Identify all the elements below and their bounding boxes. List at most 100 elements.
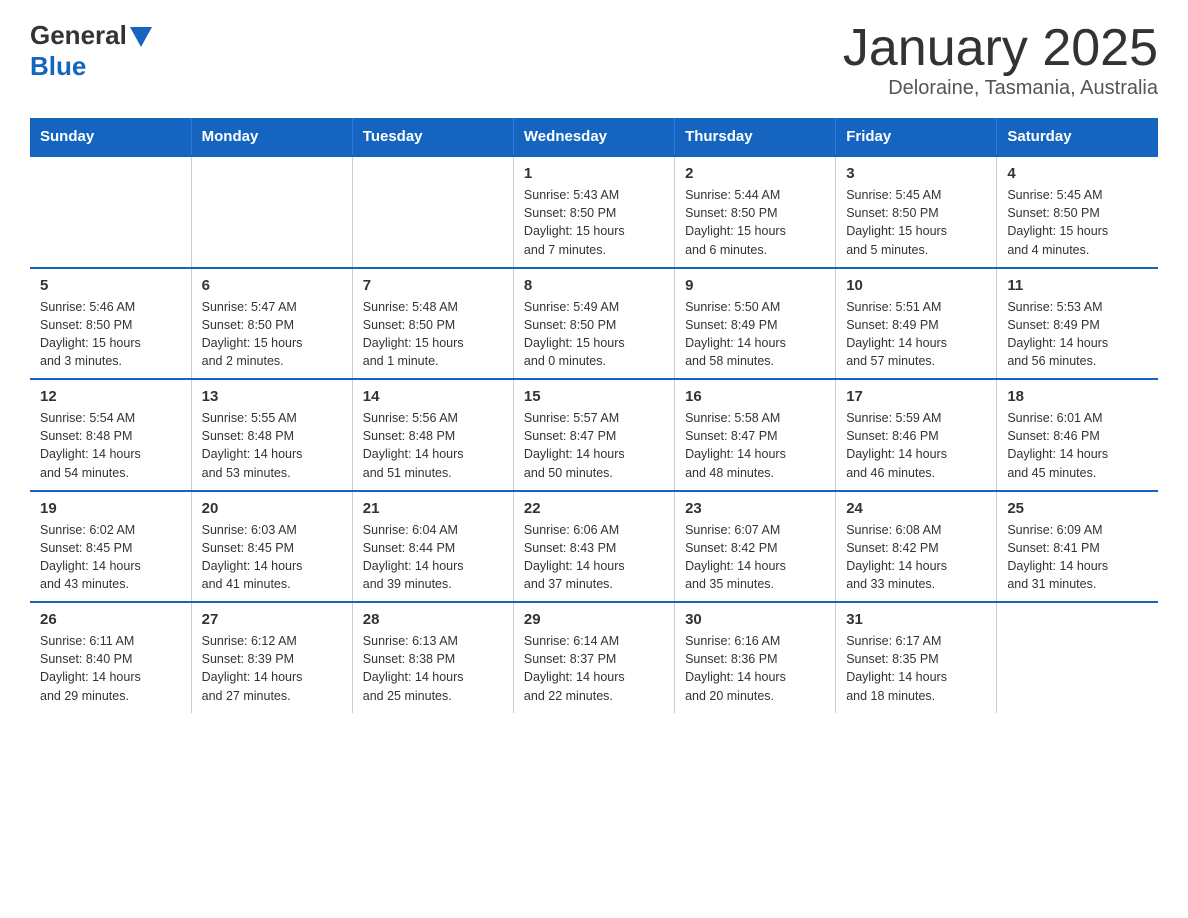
- day-info: Sunrise: 6:04 AMSunset: 8:44 PMDaylight:…: [363, 521, 503, 594]
- calendar-cell: 25 Sunrise: 6:09 AMSunset: 8:41 PMDayligh…: [997, 491, 1158, 603]
- day-number: 31: [846, 611, 986, 628]
- day-info: Sunrise: 6:08 AMSunset: 8:42 PMDaylight:…: [846, 521, 986, 594]
- day-number: 18: [1007, 388, 1148, 405]
- page-subtitle: Deloraine, Tasmania, Australia: [843, 77, 1158, 100]
- day-number: 7: [363, 277, 503, 294]
- calendar-cell: 7 Sunrise: 5:48 AMSunset: 8:50 PMDaylight…: [352, 268, 513, 380]
- day-number: 14: [363, 388, 503, 405]
- page-header: General Blue January 2025 Deloraine, Tas…: [30, 20, 1158, 100]
- day-number: 20: [202, 500, 342, 517]
- logo-general-text: General: [30, 20, 127, 51]
- day-number: 17: [846, 388, 986, 405]
- calendar-cell: 31 Sunrise: 6:17 AMSunset: 8:35 PMDayligh…: [836, 602, 997, 713]
- day-info: Sunrise: 5:58 AMSunset: 8:47 PMDaylight:…: [685, 409, 825, 482]
- calendar-header-sunday: Sunday: [30, 118, 191, 156]
- day-number: 9: [685, 277, 825, 294]
- calendar-week-row: 5 Sunrise: 5:46 AMSunset: 8:50 PMDaylight…: [30, 268, 1158, 380]
- calendar-cell: 17 Sunrise: 5:59 AMSunset: 8:46 PMDayligh…: [836, 379, 997, 491]
- calendar-cell: 22 Sunrise: 6:06 AMSunset: 8:43 PMDayligh…: [513, 491, 674, 603]
- day-number: 10: [846, 277, 986, 294]
- calendar-cell: 8 Sunrise: 5:49 AMSunset: 8:50 PMDaylight…: [513, 268, 674, 380]
- logo-blue-text: Blue: [30, 51, 86, 81]
- day-info: Sunrise: 6:02 AMSunset: 8:45 PMDaylight:…: [40, 521, 181, 594]
- day-info: Sunrise: 5:59 AMSunset: 8:46 PMDaylight:…: [846, 409, 986, 482]
- calendar-cell: 3Sunrise: 5:45 AMSunset: 8:50 PMDaylight…: [836, 156, 997, 268]
- calendar-cell: [352, 156, 513, 268]
- day-info: Sunrise: 6:11 AMSunset: 8:40 PMDaylight:…: [40, 632, 181, 705]
- day-info: Sunrise: 5:50 AMSunset: 8:49 PMDaylight:…: [685, 298, 825, 371]
- day-info: Sunrise: 6:16 AMSunset: 8:36 PMDaylight:…: [685, 632, 825, 705]
- calendar-cell: 9 Sunrise: 5:50 AMSunset: 8:49 PMDaylight…: [675, 268, 836, 380]
- day-info: Sunrise: 6:06 AMSunset: 8:43 PMDaylight:…: [524, 521, 664, 594]
- calendar-week-row: 19 Sunrise: 6:02 AMSunset: 8:45 PMDayligh…: [30, 491, 1158, 603]
- calendar-header-row: SundayMondayTuesdayWednesdayThursdayFrid…: [30, 118, 1158, 156]
- day-info: Sunrise: 6:17 AMSunset: 8:35 PMDaylight:…: [846, 632, 986, 705]
- day-info: Sunrise: 6:13 AMSunset: 8:38 PMDaylight:…: [363, 632, 503, 705]
- calendar-header-tuesday: Tuesday: [352, 118, 513, 156]
- logo-triangle-icon: [130, 27, 152, 47]
- day-number: 22: [524, 500, 664, 517]
- calendar-cell: 18 Sunrise: 6:01 AMSunset: 8:46 PMDayligh…: [997, 379, 1158, 491]
- calendar-header-monday: Monday: [191, 118, 352, 156]
- day-number: 30: [685, 611, 825, 628]
- day-number: 8: [524, 277, 664, 294]
- calendar-week-row: 26 Sunrise: 6:11 AMSunset: 8:40 PMDayligh…: [30, 602, 1158, 713]
- day-info: Sunrise: 5:44 AMSunset: 8:50 PMDaylight:…: [685, 186, 825, 259]
- day-info: Sunrise: 6:14 AMSunset: 8:37 PMDaylight:…: [524, 632, 664, 705]
- day-info: Sunrise: 5:43 AMSunset: 8:50 PMDaylight:…: [524, 186, 664, 259]
- calendar-cell: 24Sunrise: 6:08 AMSunset: 8:42 PMDayligh…: [836, 491, 997, 603]
- day-number: 6: [202, 277, 342, 294]
- calendar-cell: 2Sunrise: 5:44 AMSunset: 8:50 PMDaylight…: [675, 156, 836, 268]
- day-info: Sunrise: 5:48 AMSunset: 8:50 PMDaylight:…: [363, 298, 503, 371]
- calendar-cell: 5 Sunrise: 5:46 AMSunset: 8:50 PMDaylight…: [30, 268, 191, 380]
- calendar-cell: 23 Sunrise: 6:07 AMSunset: 8:42 PMDayligh…: [675, 491, 836, 603]
- day-info: Sunrise: 6:01 AMSunset: 8:46 PMDaylight:…: [1007, 409, 1148, 482]
- calendar-header-thursday: Thursday: [675, 118, 836, 156]
- day-info: Sunrise: 5:55 AMSunset: 8:48 PMDaylight:…: [202, 409, 342, 482]
- day-info: Sunrise: 6:12 AMSunset: 8:39 PMDaylight:…: [202, 632, 342, 705]
- calendar-cell: 27 Sunrise: 6:12 AMSunset: 8:39 PMDayligh…: [191, 602, 352, 713]
- day-number: 13: [202, 388, 342, 405]
- logo: General Blue: [30, 20, 152, 82]
- day-number: 29: [524, 611, 664, 628]
- calendar-cell: [191, 156, 352, 268]
- day-number: 3: [846, 165, 986, 182]
- day-number: 25: [1007, 500, 1148, 517]
- day-info: Sunrise: 5:51 AMSunset: 8:49 PMDaylight:…: [846, 298, 986, 371]
- day-info: Sunrise: 5:54 AMSunset: 8:48 PMDaylight:…: [40, 409, 181, 482]
- day-number: 27: [202, 611, 342, 628]
- calendar-cell: 6 Sunrise: 5:47 AMSunset: 8:50 PMDaylight…: [191, 268, 352, 380]
- calendar-cell: 12 Sunrise: 5:54 AMSunset: 8:48 PMDayligh…: [30, 379, 191, 491]
- calendar-cell: 30 Sunrise: 6:16 AMSunset: 8:36 PMDayligh…: [675, 602, 836, 713]
- calendar-cell: [30, 156, 191, 268]
- day-number: 26: [40, 611, 181, 628]
- day-number: 19: [40, 500, 181, 517]
- calendar-cell: 29 Sunrise: 6:14 AMSunset: 8:37 PMDayligh…: [513, 602, 674, 713]
- day-info: Sunrise: 5:49 AMSunset: 8:50 PMDaylight:…: [524, 298, 664, 371]
- day-info: Sunrise: 5:57 AMSunset: 8:47 PMDaylight:…: [524, 409, 664, 482]
- calendar-cell: 16Sunrise: 5:58 AMSunset: 8:47 PMDayligh…: [675, 379, 836, 491]
- calendar-week-row: 12 Sunrise: 5:54 AMSunset: 8:48 PMDayligh…: [30, 379, 1158, 491]
- day-info: Sunrise: 5:46 AMSunset: 8:50 PMDaylight:…: [40, 298, 181, 371]
- calendar-cell: [997, 602, 1158, 713]
- day-number: 11: [1007, 277, 1148, 294]
- day-info: Sunrise: 6:07 AMSunset: 8:42 PMDaylight:…: [685, 521, 825, 594]
- day-info: Sunrise: 6:09 AMSunset: 8:41 PMDaylight:…: [1007, 521, 1148, 594]
- day-info: Sunrise: 5:47 AMSunset: 8:50 PMDaylight:…: [202, 298, 342, 371]
- day-info: Sunrise: 5:56 AMSunset: 8:48 PMDaylight:…: [363, 409, 503, 482]
- day-number: 12: [40, 388, 181, 405]
- day-number: 23: [685, 500, 825, 517]
- calendar-header-friday: Friday: [836, 118, 997, 156]
- day-info: Sunrise: 6:03 AMSunset: 8:45 PMDaylight:…: [202, 521, 342, 594]
- day-info: Sunrise: 5:53 AMSunset: 8:49 PMDaylight:…: [1007, 298, 1148, 371]
- day-number: 5: [40, 277, 181, 294]
- calendar-cell: 28Sunrise: 6:13 AMSunset: 8:38 PMDayligh…: [352, 602, 513, 713]
- day-number: 21: [363, 500, 503, 517]
- day-number: 15: [524, 388, 664, 405]
- calendar-cell: 19 Sunrise: 6:02 AMSunset: 8:45 PMDayligh…: [30, 491, 191, 603]
- calendar-cell: 26 Sunrise: 6:11 AMSunset: 8:40 PMDayligh…: [30, 602, 191, 713]
- calendar-week-row: 1 Sunrise: 5:43 AMSunset: 8:50 PMDaylight…: [30, 156, 1158, 268]
- calendar-cell: 13 Sunrise: 5:55 AMSunset: 8:48 PMDayligh…: [191, 379, 352, 491]
- day-info: Sunrise: 5:45 AMSunset: 8:50 PMDaylight:…: [1007, 186, 1148, 259]
- day-number: 1: [524, 165, 664, 182]
